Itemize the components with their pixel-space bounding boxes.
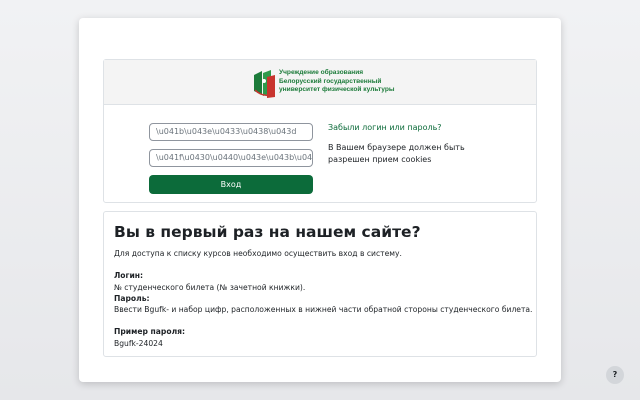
forgot-password-link[interactable]: Забыли логин или пароль? bbox=[328, 123, 442, 132]
login-button[interactable]: Вход bbox=[149, 175, 313, 194]
university-name-line2: Белорусский государственный bbox=[279, 77, 382, 85]
first-visit-title: Вы в первый раз на нашем сайте? bbox=[114, 223, 421, 241]
cookies-notice: В Вашем браузере должен быть разрешен пр… bbox=[328, 143, 465, 164]
password-input[interactable]: \u041f\u0430\u0440\u043e\u043b\u044c bbox=[149, 149, 313, 167]
login-panel: Учреждение образования Белорусский госуд… bbox=[103, 59, 537, 203]
university-name: Учреждение образования Белорусский госуд… bbox=[279, 69, 409, 95]
university-logo-icon bbox=[254, 70, 275, 98]
help-icon[interactable]: ? bbox=[606, 366, 624, 384]
example-password-label: Пример пароля: bbox=[114, 327, 186, 337]
first-visit-intro: Для доступа к списку курсов необходимо о… bbox=[114, 249, 402, 258]
username-input[interactable]: \u041b\u043e\u0433\u0438\u043d bbox=[149, 123, 313, 141]
university-logo: Учреждение образования Белорусский госуд… bbox=[251, 67, 401, 99]
login-hint-text: № студенческого билета (№ зачетной книжк… bbox=[114, 282, 306, 292]
example-password-text: Bgufk-24024 bbox=[114, 338, 163, 348]
password-hint-text: Ввести Bgufk- и набор цифр, расположенны… bbox=[114, 305, 533, 315]
login-header: Учреждение образования Белорусский госуд… bbox=[104, 60, 536, 105]
login-card: Учреждение образования Белорусский госуд… bbox=[79, 18, 561, 382]
login-hint-label: Логин: bbox=[114, 271, 144, 281]
password-hint-label: Пароль: bbox=[114, 293, 150, 303]
university-name-line3: университет физической культуры bbox=[279, 86, 395, 94]
first-visit-panel: Вы в первый раз на нашем сайте? Для дост… bbox=[103, 211, 537, 357]
university-name-line1: Учреждение образования bbox=[279, 69, 364, 76]
